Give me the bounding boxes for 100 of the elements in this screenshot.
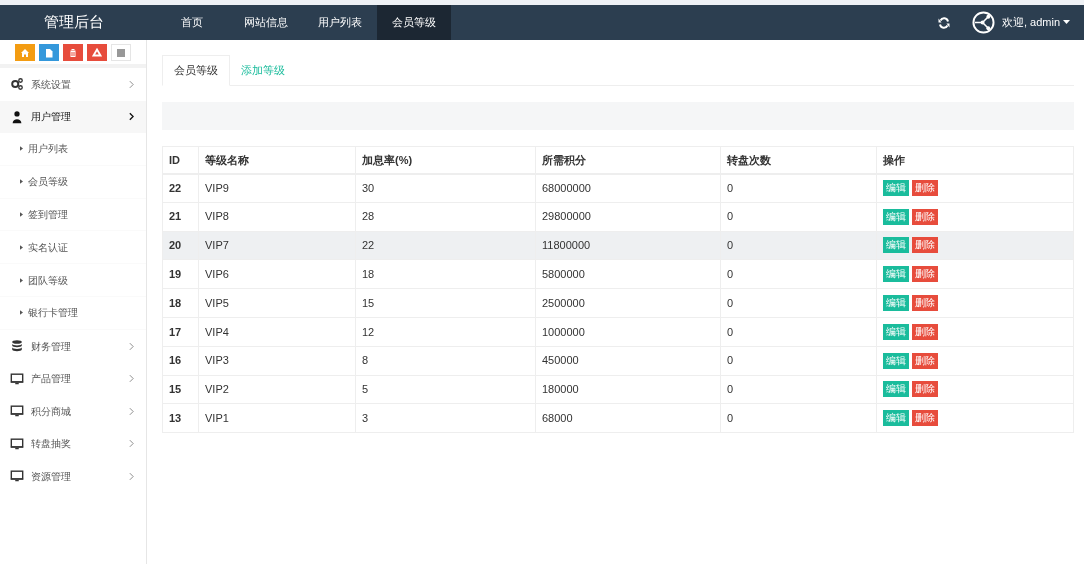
toolbar-button[interactable] <box>87 44 107 61</box>
trash-icon <box>68 47 78 58</box>
chevron-icon <box>129 341 134 351</box>
gear-icon <box>10 77 24 92</box>
table-cell: VIP7 <box>198 231 356 260</box>
bullet-icon <box>20 146 23 152</box>
triangle-icon <box>92 47 102 58</box>
monitor-icon <box>10 404 24 419</box>
toolbar-button[interactable] <box>111 44 131 61</box>
column-header: 所需积分 <box>535 146 721 174</box>
table-cell: 0 <box>720 403 877 433</box>
table-cell: 0 <box>720 375 877 404</box>
table-cell: 15 <box>162 375 199 404</box>
table-cell: 30 <box>355 173 536 203</box>
table-cell: 5 <box>355 375 536 404</box>
table-cell: 1000000 <box>535 317 721 347</box>
table-cell: 0 <box>720 202 877 232</box>
user-menu[interactable]: 欢迎, admin <box>1001 14 1060 31</box>
table-cell: 29800000 <box>535 202 721 232</box>
table-cell: 12 <box>355 317 536 347</box>
chevron-icon <box>129 112 134 122</box>
table-cell: 0 <box>720 231 877 260</box>
table-cell: 22 <box>162 173 199 203</box>
avatar-icon[interactable] <box>971 11 995 34</box>
monitor-icon <box>10 469 24 484</box>
column-header: ID <box>162 146 199 174</box>
nav-tab[interactable]: 会员等级 <box>377 5 451 40</box>
delete-button[interactable]: 删除 <box>912 381 938 398</box>
caret-icon[interactable] <box>1063 20 1070 25</box>
table-cell: 15 <box>355 288 536 318</box>
table-cell: 0 <box>720 317 877 347</box>
bullet-icon <box>20 179 23 185</box>
table-cell: 21 <box>162 202 199 232</box>
delete-button[interactable]: 删除 <box>912 323 938 340</box>
table-cell: VIP4 <box>198 317 356 347</box>
bullet-icon <box>20 277 23 283</box>
table-cell: 0 <box>720 259 877 289</box>
table-cell: 450000 <box>535 346 721 376</box>
nav-tab[interactable]: 网站信息 <box>229 5 303 40</box>
table-cell: 17 <box>162 317 199 347</box>
delete-button[interactable]: 删除 <box>912 410 938 427</box>
table-cell: 18 <box>162 288 199 318</box>
table-cell: 11800000 <box>535 231 721 260</box>
delete-button[interactable]: 删除 <box>912 237 938 254</box>
table-cell: 20 <box>162 231 199 260</box>
table-cell: 0 <box>720 173 877 203</box>
database-icon <box>10 339 24 354</box>
nav-tab[interactable]: 用户列表 <box>303 5 377 40</box>
table-cell: 68000000 <box>535 173 721 203</box>
table-cell: 28 <box>355 202 536 232</box>
chevron-icon <box>129 439 134 449</box>
delete-button[interactable]: 删除 <box>912 180 938 197</box>
user-icon <box>10 109 24 124</box>
table-cell: VIP9 <box>198 173 356 203</box>
table-cell: VIP5 <box>198 288 356 318</box>
delete-button[interactable]: 删除 <box>912 352 938 369</box>
chevron-icon <box>129 406 134 416</box>
file-icon <box>44 47 54 58</box>
chevron-icon <box>129 374 134 384</box>
toolbar-button[interactable] <box>15 44 35 61</box>
table-cell: 5800000 <box>535 259 721 289</box>
table-cell: 16 <box>162 346 199 376</box>
table-cell: VIP2 <box>198 375 356 404</box>
table-cell: VIP1 <box>198 403 356 433</box>
column-header: 加息率(%) <box>355 146 536 174</box>
table-cell: 22 <box>355 231 536 260</box>
table-cell: VIP6 <box>198 259 356 289</box>
bullet-icon <box>20 244 23 250</box>
table-cell: 3 <box>355 403 536 433</box>
delete-button[interactable]: 删除 <box>912 266 938 283</box>
bullet-icon <box>20 310 23 316</box>
chevron-icon <box>129 79 134 89</box>
delete-button[interactable]: 删除 <box>912 208 938 225</box>
table-cell: VIP3 <box>198 346 356 376</box>
table-cell: 8 <box>355 346 536 376</box>
toolbar-button[interactable] <box>39 44 59 61</box>
monitor-icon <box>10 436 24 451</box>
tab[interactable]: 会员等级 <box>162 55 230 86</box>
column-header: 转盘次数 <box>720 146 877 174</box>
table-cell: VIP8 <box>198 202 356 232</box>
refresh-icon[interactable] <box>937 16 950 29</box>
table-cell: 180000 <box>535 375 721 404</box>
table-cell: 19 <box>162 259 199 289</box>
table-cell: 13 <box>162 403 199 433</box>
sidebar-item[interactable]: 用户管理 <box>0 100 146 133</box>
toolbar-button[interactable] <box>63 44 83 61</box>
column-header: 等级名称 <box>198 146 356 174</box>
table-cell: 0 <box>720 346 877 376</box>
table-cell: 18 <box>355 259 536 289</box>
nav-tab[interactable]: 首页 <box>155 5 229 40</box>
table-cell: 68000 <box>535 403 721 433</box>
table-cell: 2500000 <box>535 288 721 318</box>
monitor-icon <box>10 371 24 386</box>
home-icon <box>20 47 30 58</box>
delete-button[interactable]: 删除 <box>912 295 938 312</box>
column-header: 操作 <box>876 146 1074 174</box>
bullet-icon <box>20 212 23 217</box>
table-cell: 0 <box>720 288 877 318</box>
chevron-icon <box>129 471 134 481</box>
brand-title: 管理后台 <box>43 12 104 33</box>
